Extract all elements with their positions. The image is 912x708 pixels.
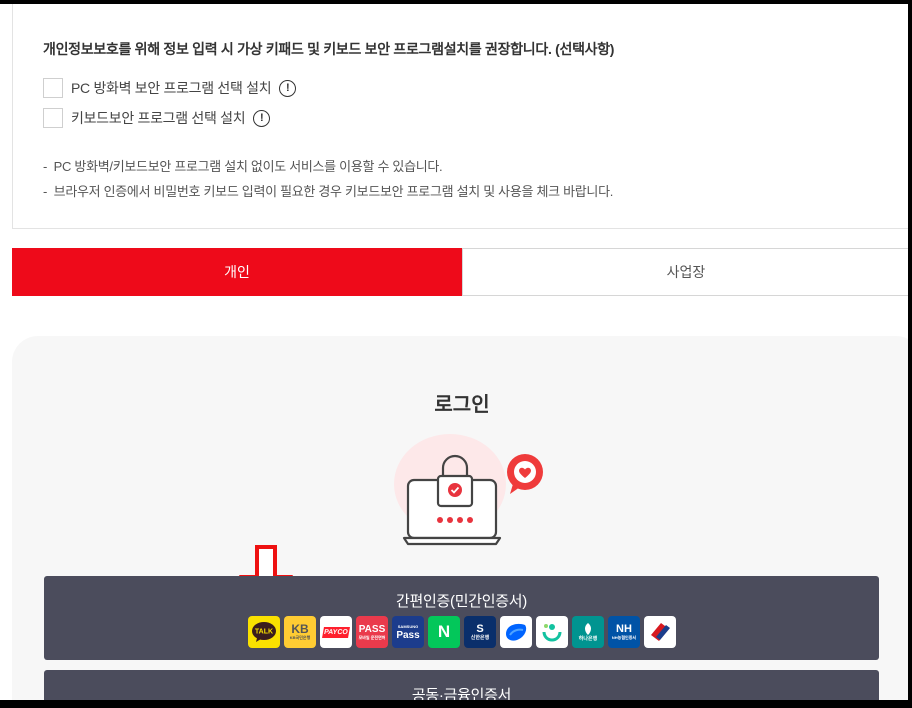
nh-icon-text: NH xyxy=(616,623,632,635)
easy-auth-label: 간편인증(민간인증서) xyxy=(396,593,527,610)
security-notice-title: 개인정보보호를 위해 정보 입력 시 가상 키패드 및 키보드 보안 프로그램설… xyxy=(43,41,615,57)
note-text: 브라우저 인증에서 비밀번호 키보드 입력이 필요한 경우 키보드보안 프로그램… xyxy=(53,184,614,199)
keyboard-security-checkbox[interactable] xyxy=(43,108,63,128)
naver-icon-text: N xyxy=(437,622,451,641)
banksalad-icon[interactable] xyxy=(536,616,568,648)
payco-icon-text: PAYCO xyxy=(322,626,350,638)
nh-icon-subtext: NH농협인증서 xyxy=(611,635,637,640)
pass-icon-text: PASS xyxy=(358,623,386,635)
nh-icon[interactable]: NH NH농협인증서 xyxy=(608,616,640,648)
kakaotalk-icon[interactable]: TALK xyxy=(248,616,280,648)
naver-icon[interactable]: N xyxy=(428,616,460,648)
easy-auth-button[interactable]: 간편인증(민간인증서) TALK KB KB국민은행 PAYCO PASS 모바… xyxy=(44,576,879,660)
tab-personal[interactable]: 개인 xyxy=(12,248,462,296)
info-icon[interactable]: ! xyxy=(279,79,297,97)
note-bullet: - xyxy=(43,159,48,174)
pass-icon-subtext: 모바일 운전면허 xyxy=(358,634,386,640)
login-title: 로그인 xyxy=(434,394,490,416)
keyboard-security-option-label[interactable]: 키보드보안 프로그램 선택 설치 xyxy=(71,108,246,128)
keyboard-security-option[interactable]: 키보드보안 프로그램 선택 설치 ! xyxy=(43,108,271,128)
kb-icon-subtext: KB국민은행 xyxy=(289,635,311,640)
notice-note: - PC 방화벽/키보드보안 프로그램 설치 없이도 서비스를 이용할 수 있습… xyxy=(43,156,443,175)
note-bullet: - xyxy=(43,184,48,199)
toss-icon[interactable] xyxy=(500,616,532,648)
shinhan-icon-text: S xyxy=(476,622,484,635)
kb-icon-text: KB xyxy=(291,622,309,636)
login-illustration xyxy=(394,434,543,546)
hana-icon-subtext: 하나은행 xyxy=(578,635,598,642)
kakaotalk-icon-text: TALK xyxy=(255,629,273,636)
firewall-checkbox[interactable] xyxy=(43,78,63,98)
info-icon[interactable]: ! xyxy=(253,109,271,127)
easy-auth-provider-list: TALK KB KB국민은행 PAYCO PASS 모바일 운전면허 SAMSU… xyxy=(248,616,680,648)
woori-icon[interactable] xyxy=(644,616,676,648)
firewall-option[interactable]: PC 방화벽 보안 프로그램 선택 설치 ! xyxy=(43,78,297,98)
user-type-tabs: 개인 사업장 xyxy=(12,248,910,296)
payco-icon[interactable]: PAYCO xyxy=(320,616,352,648)
shinhan-icon-subtext: 신한은행 xyxy=(470,634,490,641)
tab-business[interactable]: 사업장 xyxy=(462,248,910,296)
kb-icon[interactable]: KB KB국민은행 xyxy=(284,616,316,648)
samsung-pass-icon[interactable]: SAMSUNG Pass xyxy=(392,616,424,648)
frame-bottom-border xyxy=(0,700,912,708)
hana-icon[interactable]: 하나은행 xyxy=(572,616,604,648)
security-notice-box: 개인정보보호를 위해 정보 입력 시 가상 키패드 및 키보드 보안 프로그램설… xyxy=(12,0,910,229)
samsung-pass-icon-text: Pass xyxy=(396,629,420,641)
notice-note: - 브라우저 인증에서 비밀번호 키보드 입력이 필요한 경우 키보드보안 프로… xyxy=(43,181,613,200)
firewall-option-label[interactable]: PC 방화벽 보안 프로그램 선택 설치 xyxy=(71,78,272,98)
pass-icon[interactable]: PASS 모바일 운전면허 xyxy=(356,616,388,648)
note-text: PC 방화벽/키보드보안 프로그램 설치 없이도 서비스를 이용할 수 있습니다… xyxy=(53,159,443,174)
shinhan-icon[interactable]: S 신한은행 xyxy=(464,616,496,648)
